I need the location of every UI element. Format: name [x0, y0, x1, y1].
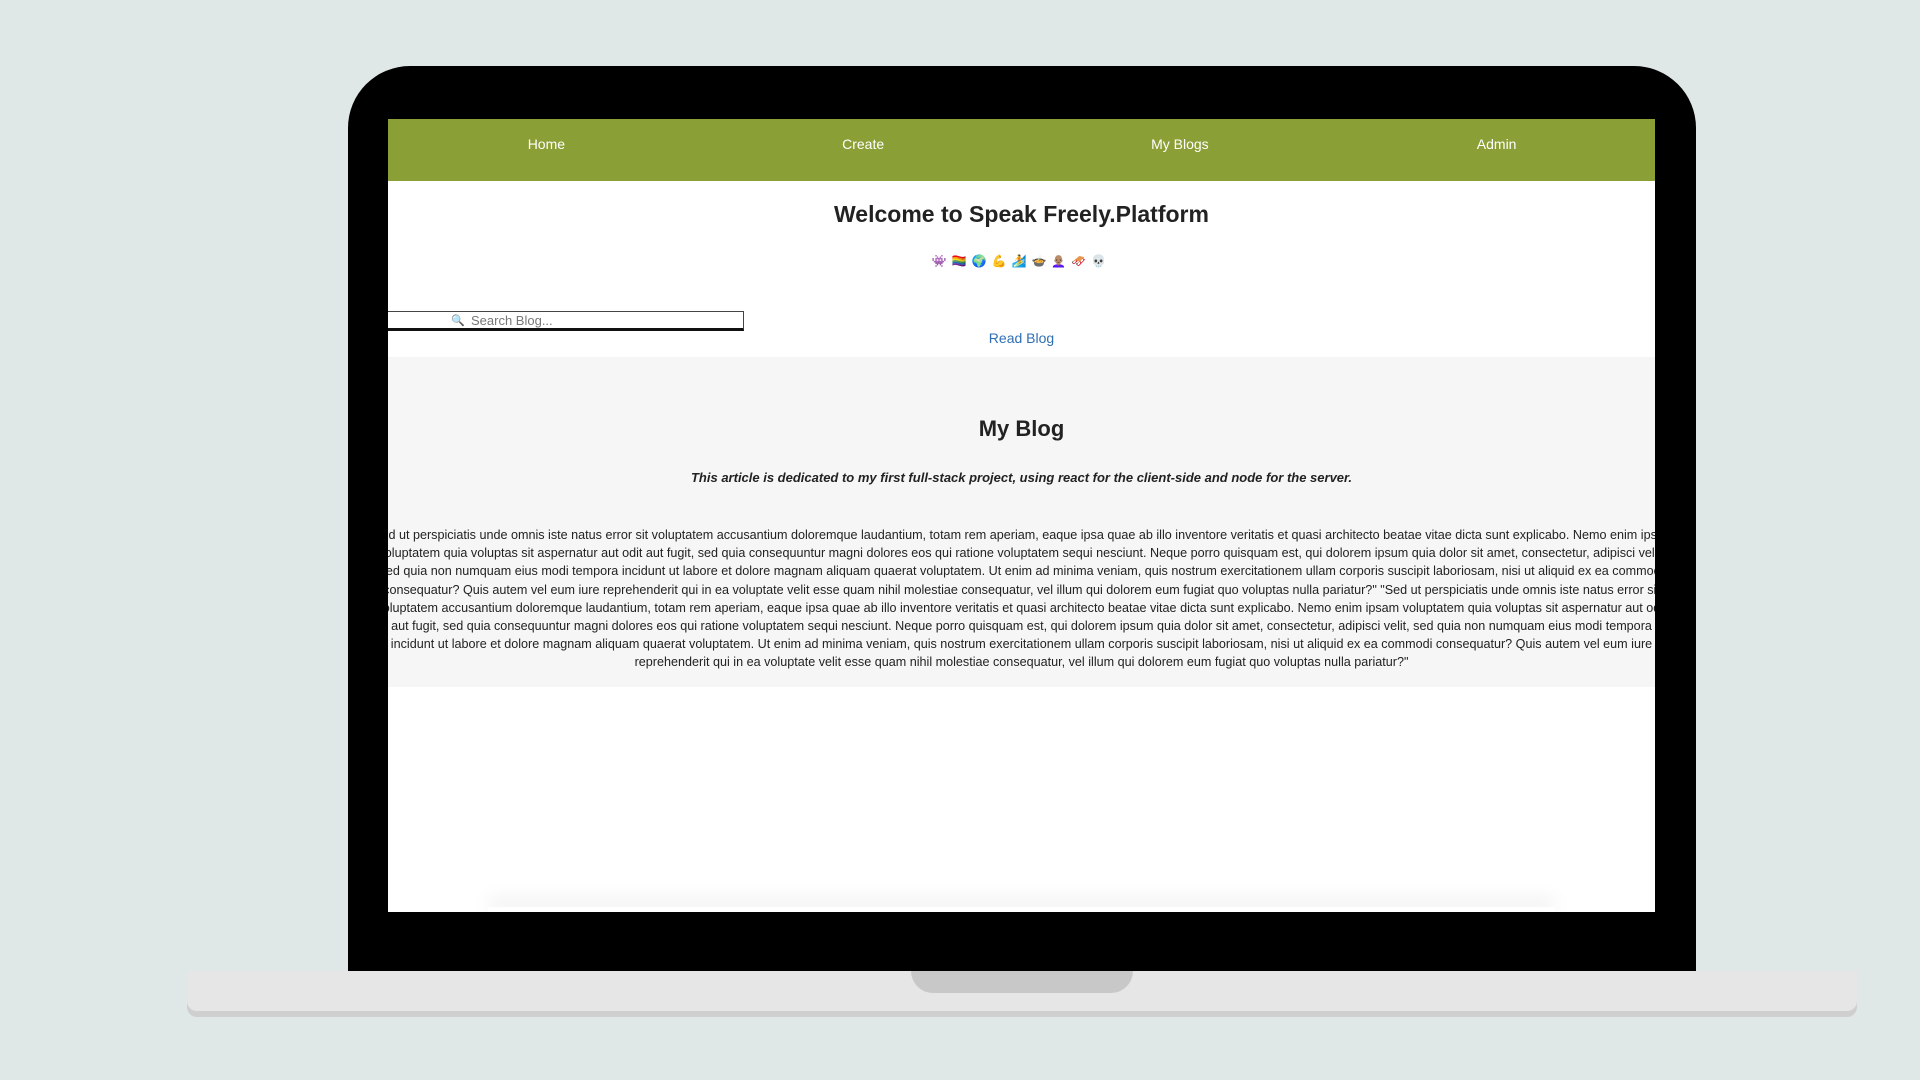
nav-create-link[interactable]: Create	[705, 119, 1022, 181]
read-blog-link[interactable]: Read Blog	[388, 330, 1655, 346]
page-bottom-shadow	[488, 907, 1555, 912]
nav-admin-link[interactable]: Admin	[1338, 119, 1655, 181]
navbar: Home Create My Blogs Admin	[388, 119, 1655, 181]
nav-home-link[interactable]: Home	[388, 119, 705, 181]
browser-viewport: Home Create My Blogs Admin Welcome to Sp…	[388, 119, 1655, 912]
nav-my-blogs-link[interactable]: My Blogs	[1022, 119, 1339, 181]
laptop-notch	[911, 971, 1133, 993]
blog-article: My Blog This article is dedicated to my …	[388, 357, 1655, 687]
search-icon: 🔍	[451, 313, 465, 327]
search-input[interactable]	[465, 312, 731, 328]
page-title: Welcome to Speak Freely.Platform	[834, 201, 1209, 227]
article-body: "Sed ut perspiciatis unde omnis iste nat…	[388, 528, 1655, 670]
emoji-row: 👾🏳️‍🌈🌍💪🏄🍲👩🏽‍🦲🛷💀	[931, 254, 1112, 268]
article-title: My Blog	[978, 416, 1065, 441]
search-box: 🔍	[388, 311, 744, 331]
article-subtitle: This article is dedicated to my first fu…	[690, 470, 1352, 485]
